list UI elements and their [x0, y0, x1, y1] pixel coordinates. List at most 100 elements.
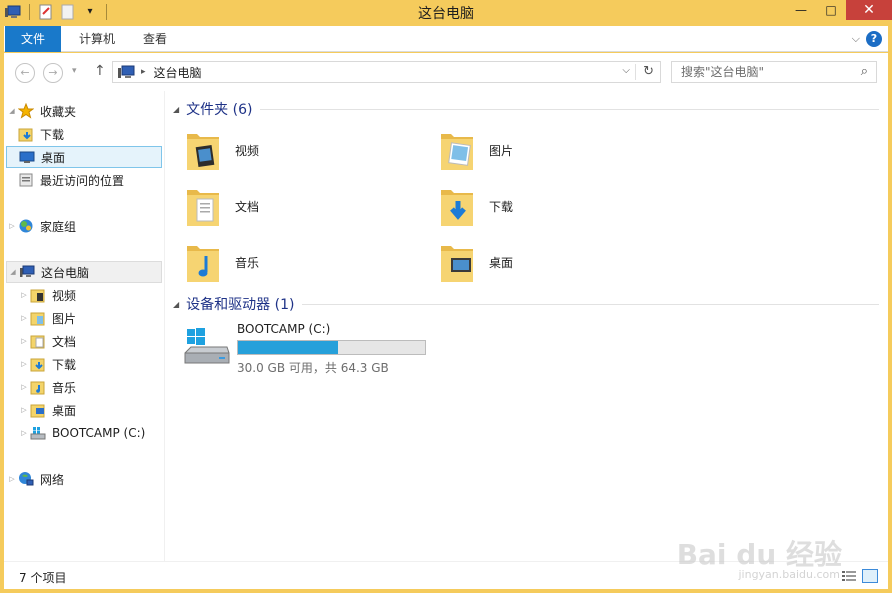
nav-pc-music[interactable]: ▷ 音乐 — [18, 376, 162, 398]
address-bar[interactable]: ▸ 这台电脑 ⌵ ↻ — [112, 61, 661, 83]
expand-arrow-icon[interactable]: ▷ — [18, 383, 30, 391]
tab-file[interactable]: 文件 — [5, 26, 61, 52]
nav-label: 最近访问的位置 — [40, 173, 125, 188]
nav-homegroup[interactable]: ▷ 家庭组 — [6, 215, 162, 237]
divider — [302, 303, 879, 305]
drive-space-info: 30.0 GB 可用，共 64.3 GB — [237, 361, 389, 375]
homegroup-icon — [18, 218, 34, 234]
expand-arrow-icon[interactable]: ▷ — [18, 314, 30, 322]
nav-label: 网络 — [40, 472, 65, 487]
expand-arrow-icon[interactable]: ▷ — [18, 429, 30, 437]
nav-pc-documents[interactable]: ▷ 文档 — [18, 330, 162, 352]
group-title: 设备和驱动器 (1) — [186, 297, 295, 313]
maximize-button[interactable]: □ — [816, 0, 846, 20]
recent-places-icon — [18, 172, 34, 188]
folder-label: 视频 — [235, 143, 260, 158]
nav-label: 桌面 — [41, 150, 66, 165]
folders-group-header[interactable]: ◢ 文件夹 (6) — [173, 99, 879, 119]
drive-name: BOOTCAMP (C:) — [237, 322, 331, 336]
nav-favorites-recent[interactable]: 最近访问的位置 — [18, 169, 162, 191]
collapse-arrow-icon[interactable]: ◢ — [173, 300, 179, 309]
expand-arrow-icon[interactable]: ▷ — [6, 222, 18, 230]
expand-arrow-icon[interactable]: ▷ — [18, 291, 30, 299]
folder-label: 下载 — [489, 199, 514, 214]
desktop-icon — [19, 149, 35, 165]
search-icon[interactable]: ⌕ — [861, 62, 868, 82]
minimize-button[interactable]: — — [786, 0, 816, 20]
chevron-down-icon[interactable]: ⌵ — [852, 32, 860, 46]
nav-favorites-desktop[interactable]: 桌面 — [6, 146, 162, 168]
watermark-logo: Bai du 经验 — [676, 538, 842, 571]
drive-usage-fill — [238, 341, 338, 354]
desktop-folder-icon — [439, 240, 475, 284]
help-icon[interactable]: ? — [866, 31, 882, 47]
search-input[interactable]: 搜索"这台电脑" ⌕ — [671, 61, 877, 83]
forward-button[interactable]: → — [43, 63, 63, 83]
computer-icon — [117, 64, 135, 80]
nav-this-pc[interactable]: ◢ 这台电脑 — [6, 261, 162, 283]
downloads-folder-icon — [18, 126, 34, 142]
expand-arrow-icon[interactable]: ▷ — [18, 360, 30, 368]
network-icon — [18, 471, 34, 487]
expand-arrow-icon[interactable]: ▷ — [6, 475, 18, 483]
folder-item-music[interactable]: 音乐 — [185, 237, 259, 287]
watermark-url: jingyan.baidu.com — [738, 568, 840, 581]
videos-folder-icon — [30, 287, 46, 303]
folder-label: 音乐 — [235, 255, 260, 270]
nav-label: BOOTCAMP (C:) — [52, 426, 146, 440]
back-button[interactable]: ← — [15, 63, 35, 83]
drive-usage-bar — [237, 340, 426, 355]
folder-item-videos[interactable]: 视频 — [185, 125, 259, 175]
collapse-arrow-icon[interactable]: ◢ — [173, 105, 179, 114]
tab-view[interactable]: 查看 — [132, 26, 178, 52]
search-placeholder: 搜索"这台电脑" — [681, 65, 765, 79]
expand-arrow-icon[interactable]: ▷ — [18, 406, 30, 414]
item-count: 7 个项目 — [19, 571, 67, 585]
folder-label: 图片 — [489, 143, 514, 158]
nav-label: 桌面 — [52, 403, 77, 418]
nav-label: 这台电脑 — [41, 265, 90, 280]
divider — [260, 108, 879, 110]
nav-favorites[interactable]: ◢ 收藏夹 — [6, 100, 162, 122]
nav-pc-videos[interactable]: ▷ 视频 — [18, 284, 162, 306]
explorer-window: ▾ 这台电脑 — □ ✕ 文件 计算机 查看 ⌵ ? ← → ▾ ↑ ▸ 这台电… — [0, 0, 892, 593]
nav-label: 图片 — [52, 311, 77, 326]
details-view-icon[interactable] — [842, 570, 856, 582]
large-icons-view-icon[interactable] — [862, 569, 878, 583]
refresh-icon[interactable]: ↻ — [643, 64, 654, 79]
music-folder-icon — [185, 240, 221, 284]
address-dropdown-icon[interactable]: ⌵ — [622, 65, 630, 76]
close-button[interactable]: ✕ — [846, 0, 892, 20]
breadcrumb-this-pc[interactable]: 这台电脑 — [154, 64, 202, 81]
folder-label: 文档 — [235, 199, 260, 214]
folder-item-downloads[interactable]: 下载 — [439, 181, 513, 231]
nav-label: 下载 — [52, 357, 77, 372]
content-area: ◢ 收藏夹 下载 桌面 最近访问的位置 ▷ 家庭组 ◢ 这台电脑 ▷ 视频 ▷ … — [4, 91, 888, 561]
nav-pc-desktop[interactable]: ▷ 桌面 — [18, 399, 162, 421]
nav-favorites-downloads[interactable]: 下载 — [18, 123, 162, 145]
downloads-folder-icon — [30, 356, 46, 372]
nav-network[interactable]: ▷ 网络 — [6, 468, 162, 490]
divider — [635, 64, 636, 80]
collapse-arrow-icon[interactable]: ◢ — [6, 107, 18, 115]
recent-locations-button[interactable]: ▾ — [72, 66, 77, 76]
folder-item-pictures[interactable]: 图片 — [439, 125, 513, 175]
folder-item-desktop[interactable]: 桌面 — [439, 237, 513, 287]
main-pane: ◢ 文件夹 (6) 视频 图片 文档 下载 音乐 桌面 ◢ 设备和驱动器 (1)… — [165, 91, 888, 561]
collapse-arrow-icon[interactable]: ◢ — [7, 268, 19, 276]
tab-computer[interactable]: 计算机 — [67, 26, 127, 52]
nav-label: 视频 — [52, 288, 77, 303]
drive-item-c[interactable]: BOOTCAMP (C:) 30.0 GB 可用，共 64.3 GB — [183, 321, 443, 375]
nav-pc-downloads[interactable]: ▷ 下载 — [18, 353, 162, 375]
up-button[interactable]: ↑ — [94, 63, 106, 79]
expand-arrow-icon[interactable]: ▷ — [18, 337, 30, 345]
folder-item-documents[interactable]: 文档 — [185, 181, 259, 231]
breadcrumb-separator[interactable]: ▸ — [141, 67, 146, 77]
address-toolbar: ← → ▾ ↑ ▸ 这台电脑 ⌵ ↻ 搜索"这台电脑" ⌕ — [4, 53, 888, 91]
nav-label: 家庭组 — [40, 219, 77, 234]
nav-pc-drive-c[interactable]: ▷ BOOTCAMP (C:) — [18, 422, 162, 444]
nav-pc-pictures[interactable]: ▷ 图片 — [18, 307, 162, 329]
devices-group-header[interactable]: ◢ 设备和驱动器 (1) — [173, 294, 879, 314]
downloads-folder-icon — [439, 184, 475, 228]
title-bar: ▾ 这台电脑 — □ ✕ — [0, 0, 892, 25]
